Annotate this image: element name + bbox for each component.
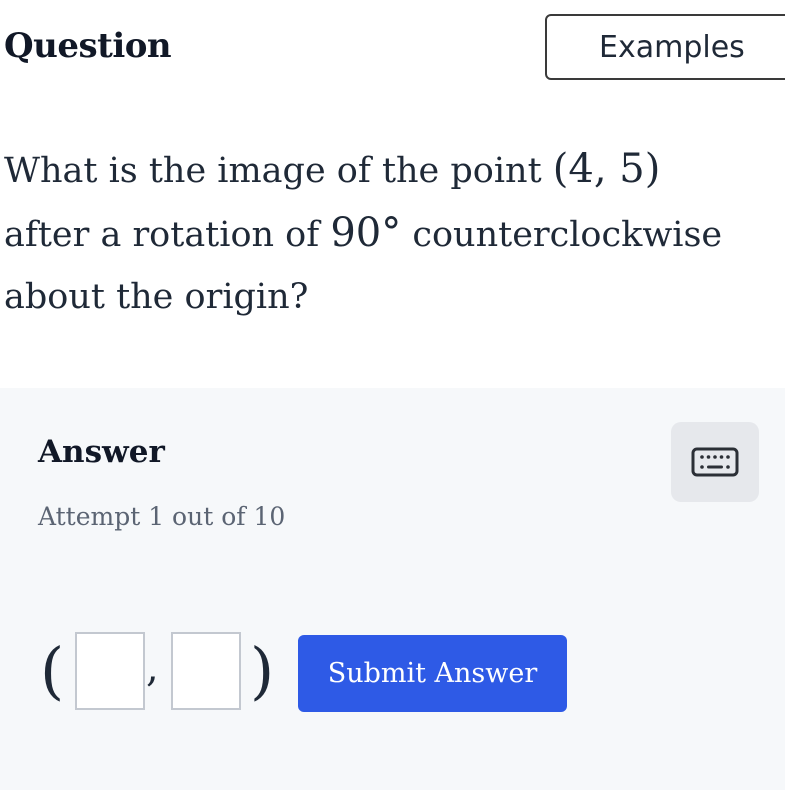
- page-title: Question: [4, 26, 172, 66]
- keyboard-button[interactable]: [671, 422, 759, 502]
- point-math: (4, 5): [552, 146, 661, 192]
- open-paren: (: [40, 634, 65, 707]
- comma-separator: ,: [146, 645, 159, 691]
- submit-answer-button[interactable]: Submit Answer: [298, 635, 567, 712]
- y-coordinate-input[interactable]: [171, 632, 241, 710]
- x-coordinate-input[interactable]: [75, 632, 145, 710]
- close-paren: ): [250, 634, 275, 707]
- question-line-2: after a rotation of 90° counterclockwise: [4, 210, 723, 256]
- question-text: What is the image of the point (4, 5) af…: [4, 138, 785, 328]
- angle-math: 90°: [330, 210, 402, 256]
- question-line-3: about the origin?: [4, 277, 309, 317]
- examples-button[interactable]: Examples: [545, 14, 785, 80]
- keyboard-icon: [691, 447, 739, 477]
- question-line-1: What is the image of the point (4, 5): [4, 146, 661, 192]
- attempt-counter: Attempt 1 out of 10: [38, 502, 286, 531]
- answer-heading: Answer: [38, 434, 165, 470]
